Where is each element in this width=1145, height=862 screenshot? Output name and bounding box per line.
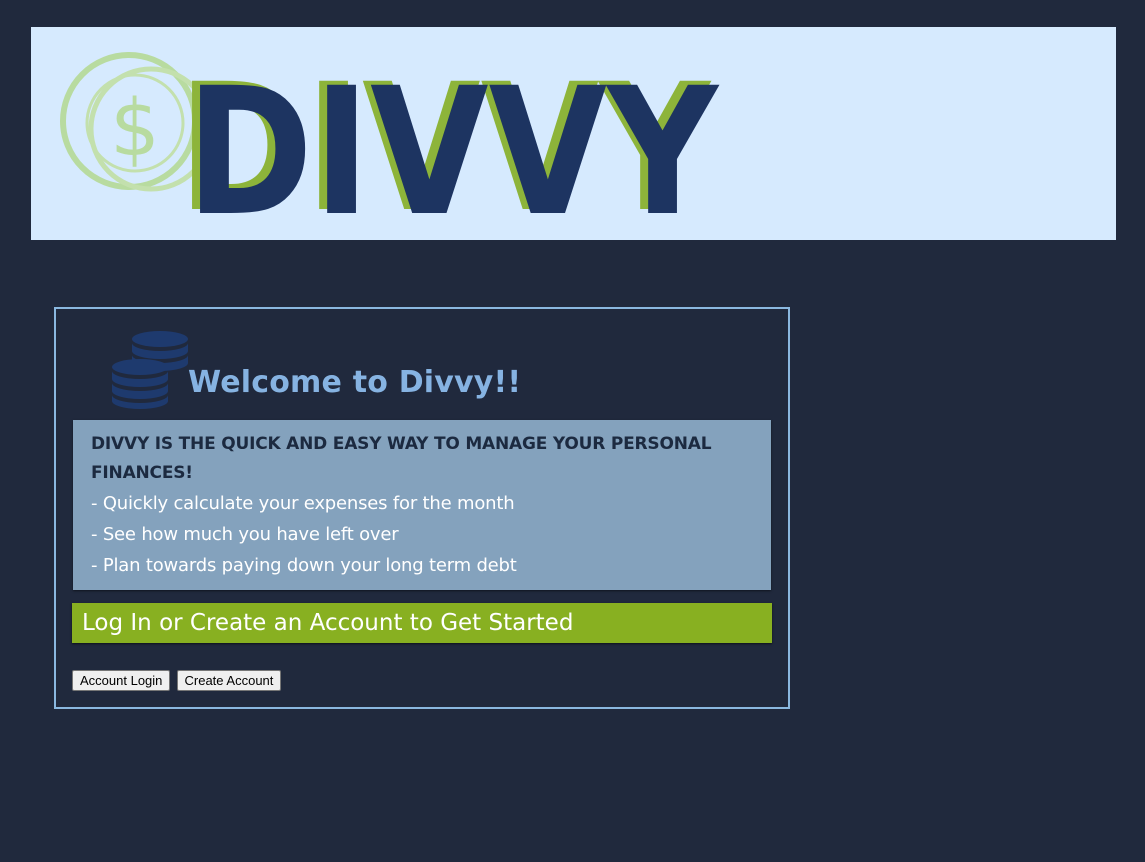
cta-banner: Log In or Create an Account to Get Start… <box>72 603 772 643</box>
welcome-card: Welcome to Divvy!! DIVVY IS THE QUICK AN… <box>54 307 790 709</box>
list-item: - Plan towards paying down your long ter… <box>91 555 517 576</box>
divvy-logo: $ DIVVY DIVVY <box>60 46 720 240</box>
feature-list: - Quickly calculate your expenses for th… <box>91 488 753 581</box>
coin-stack-icon <box>112 331 188 409</box>
header-banner: $ DIVVY DIVVY <box>31 27 1116 240</box>
info-headline: DIVVY IS THE QUICK AND EASY WAY TO MANAG… <box>91 434 712 483</box>
logo-text: DIVVY <box>186 50 720 240</box>
list-item: - See how much you have left over <box>91 524 399 545</box>
info-box: DIVVY IS THE QUICK AND EASY WAY TO MANAG… <box>73 420 771 590</box>
auth-buttons: Account Login Create Account <box>72 670 282 691</box>
welcome-header: Welcome to Divvy!! <box>112 329 712 409</box>
svg-text:$: $ <box>110 84 160 174</box>
create-account-button[interactable]: Create Account <box>176 670 282 691</box>
list-item: - Quickly calculate your expenses for th… <box>91 493 515 514</box>
welcome-title: Welcome to Divvy!! <box>188 365 522 400</box>
account-login-button[interactable]: Account Login <box>72 670 171 691</box>
